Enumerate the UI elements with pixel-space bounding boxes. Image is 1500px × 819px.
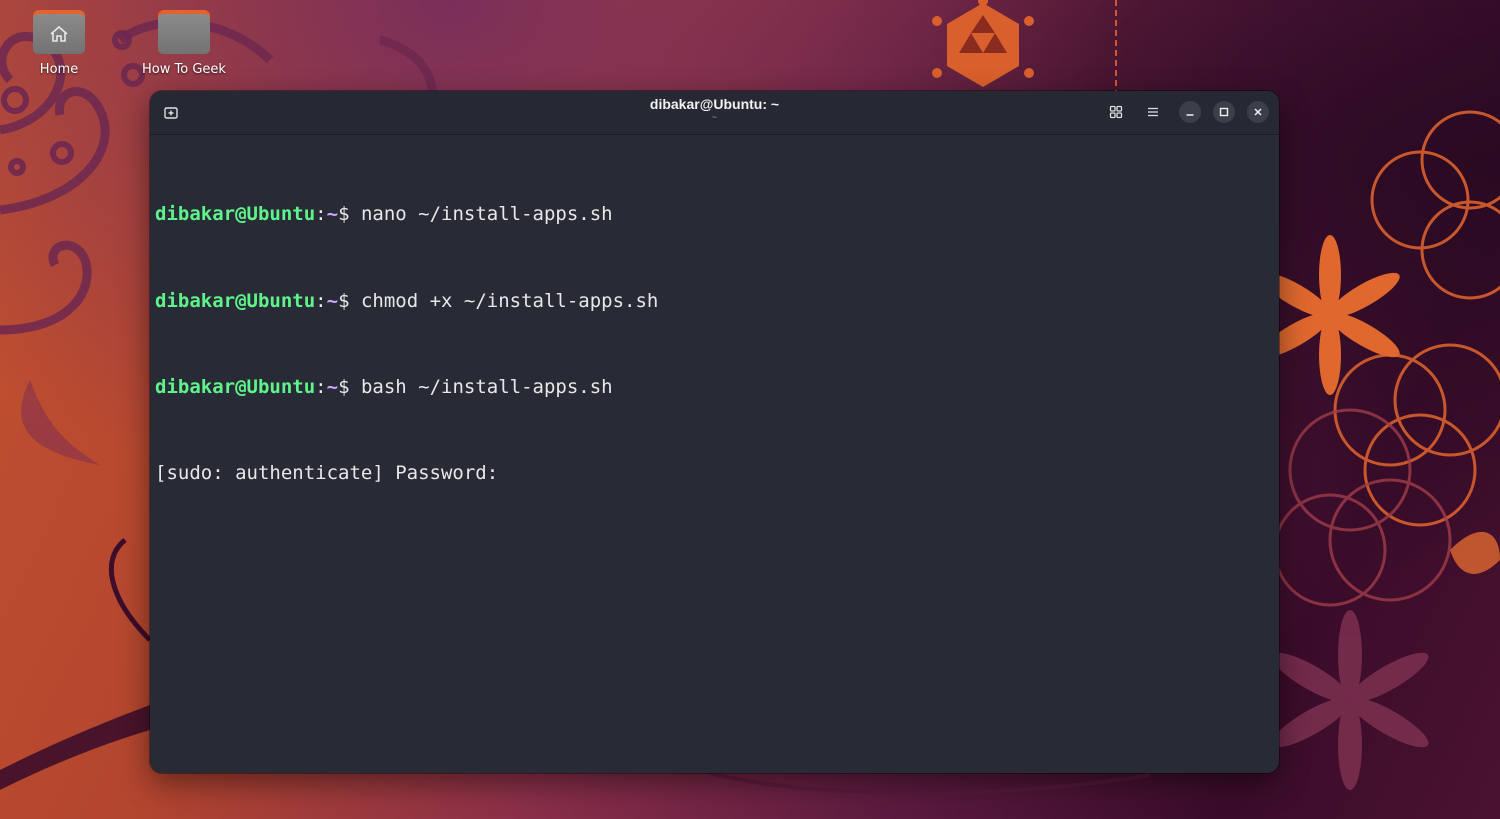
desktop-icon-how-to-geek[interactable]: How To Geek bbox=[134, 10, 234, 77]
home-folder-icon bbox=[33, 10, 85, 54]
new-tab-button[interactable] bbox=[160, 102, 182, 124]
close-icon bbox=[1254, 108, 1262, 116]
terminal-line: dibakar@Ubuntu:~$ nano ~/install-apps.sh bbox=[155, 200, 1274, 229]
menu-button[interactable] bbox=[1142, 101, 1164, 123]
prompt-path: ~ bbox=[326, 203, 339, 226]
prompt-colon: : bbox=[315, 203, 327, 226]
minimize-button[interactable] bbox=[1179, 101, 1201, 123]
terminal-line: dibakar@Ubuntu:~$ bash ~/install-apps.sh bbox=[155, 373, 1274, 402]
terminal-output-area[interactable]: dibakar@Ubuntu:~$ nano ~/install-apps.sh… bbox=[150, 135, 1279, 553]
maximize-icon bbox=[1219, 107, 1229, 117]
prompt-colon: : bbox=[315, 289, 327, 312]
sudo-password-prompt: [sudo: authenticate] Password: bbox=[155, 461, 499, 484]
minimize-icon bbox=[1186, 114, 1194, 116]
prompt-user: dibakar@Ubuntu bbox=[155, 289, 316, 312]
window-headerbar[interactable]: dibakar@Ubuntu: ~ ~ bbox=[150, 91, 1279, 135]
prompt-path: ~ bbox=[326, 289, 339, 312]
prompt-symbol: $ bbox=[338, 203, 361, 226]
prompt-path: ~ bbox=[326, 375, 339, 398]
command-text: bash ~/install-apps.sh bbox=[360, 375, 613, 398]
command-text: nano ~/install-apps.sh bbox=[360, 203, 613, 226]
folder-icon bbox=[158, 10, 210, 54]
close-button[interactable] bbox=[1247, 101, 1269, 123]
hamburger-menu-icon bbox=[1148, 107, 1158, 117]
maximize-button[interactable] bbox=[1213, 101, 1235, 123]
desktop: Home How To Geek dibakar@Ubuntu: ~ ~ dib… bbox=[0, 0, 1500, 819]
tab-overview-button[interactable] bbox=[1105, 101, 1127, 123]
prompt-user: dibakar@Ubuntu bbox=[155, 375, 316, 398]
prompt-symbol: $ bbox=[338, 289, 361, 312]
prompt-symbol: $ bbox=[338, 375, 361, 398]
command-text: chmod +x ~/install-apps.sh bbox=[360, 289, 659, 312]
prompt-colon: : bbox=[315, 375, 327, 398]
desktop-icon-home[interactable]: Home bbox=[9, 10, 109, 77]
tab-overview-icon bbox=[1109, 105, 1123, 119]
new-tab-icon bbox=[164, 107, 178, 119]
desktop-icon-label: Home bbox=[39, 62, 79, 77]
terminal-window[interactable]: dibakar@Ubuntu: ~ ~ dibakar@Ubuntu:~$ na… bbox=[150, 91, 1279, 773]
desktop-icon-label: How To Geek bbox=[142, 62, 226, 77]
terminal-line: dibakar@Ubuntu:~$ chmod +x ~/install-app… bbox=[155, 287, 1274, 316]
prompt-user: dibakar@Ubuntu bbox=[155, 203, 316, 226]
